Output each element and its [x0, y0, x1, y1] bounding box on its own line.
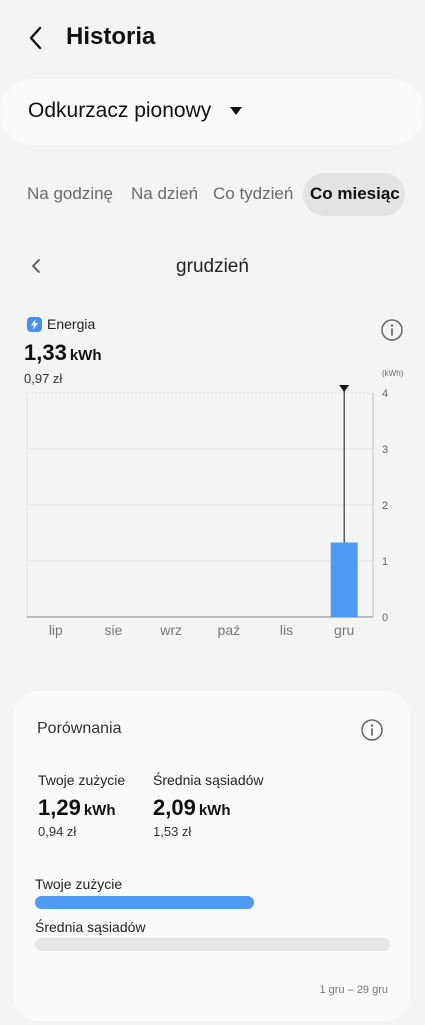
tab-hourly[interactable]: Na godzinę — [27, 184, 113, 204]
selection-marker — [339, 385, 350, 392]
neighbors-avg-label: Średnia sąsiadów — [153, 772, 264, 788]
x-tick-label: gru — [334, 622, 354, 638]
neighbors-bar — [35, 938, 390, 951]
your-usage-number: 1,29 — [38, 795, 81, 820]
your-usage-unit: kWh — [83, 802, 116, 819]
neighbors-avg-unit: kWh — [198, 802, 231, 819]
your-usage-bar — [35, 896, 255, 909]
tab-daily[interactable]: Na dzień — [131, 184, 198, 204]
energy-total: 1,33 kWh — [24, 340, 102, 366]
comparison-card: Porównania Twoje zużycie 1,29 kWh 0,94 zł… — [13, 691, 410, 1021]
y-tick-label: 0 — [382, 612, 388, 624]
energy-value: 1,33 — [24, 340, 67, 365]
page-title: Historia — [66, 23, 156, 50]
info-icon[interactable] — [360, 718, 384, 742]
y-tick-label: 2 — [382, 500, 388, 512]
tab-weekly[interactable]: Co tydzień — [213, 184, 293, 204]
x-tick-label: sie — [105, 622, 123, 638]
your-usage-bar-label: Twoje zużycie — [35, 876, 123, 892]
device-selector[interactable]: Odkurzacz pionowy — [0, 79, 424, 145]
energy-bar-chart: 0 1 2 3 4 (kWh) lip sie wrz paź lis gru — [26, 369, 404, 638]
caret-down-icon — [230, 107, 242, 115]
bar-gru — [330, 542, 358, 617]
info-icon[interactable] — [380, 318, 404, 342]
neighbors-avg-number: 2,09 — [153, 795, 196, 820]
tab-monthly[interactable]: Co miesiąc — [310, 184, 400, 204]
app-header: Historia — [0, 0, 425, 76]
your-usage-label: Twoje zużycie — [38, 772, 126, 788]
your-usage-bar-track — [35, 896, 390, 909]
y-tick-label: 3 — [382, 444, 388, 456]
x-tick-label: lis — [280, 622, 293, 638]
x-tick-label: paź — [218, 622, 241, 638]
y-tick-label: 1 — [382, 556, 388, 568]
chevron-left-icon — [29, 26, 42, 50]
neighbors-avg-value: 2,09 kWh — [153, 795, 231, 821]
neighbors-bar-track — [35, 938, 390, 951]
back-button[interactable] — [22, 24, 50, 52]
period-label: grudzień — [176, 256, 249, 277]
your-usage-cost: 0,94 zł — [38, 824, 77, 839]
y-tick-label: 4 — [382, 388, 388, 400]
comparison-title: Porównania — [37, 720, 122, 737]
energy-label: Energia — [47, 316, 96, 332]
neighbors-avg-cost: 1,53 zł — [153, 824, 192, 839]
y-unit-label: (kWh) — [382, 369, 404, 378]
energy-unit: kWh — [69, 347, 102, 364]
your-usage-value: 1,29 kWh — [38, 795, 116, 821]
x-tick-label: lip — [49, 622, 63, 638]
neighbors-bar-label: Średnia sąsiadów — [35, 919, 146, 935]
x-tick-label: wrz — [159, 622, 182, 638]
device-name: Odkurzacz pionowy — [28, 99, 212, 122]
date-range: 1 gru – 29 gru — [319, 984, 389, 996]
history-screen: Historia Odkurzacz pionowy Na godzinę Na… — [0, 0, 425, 1025]
lightning-icon — [27, 317, 42, 332]
